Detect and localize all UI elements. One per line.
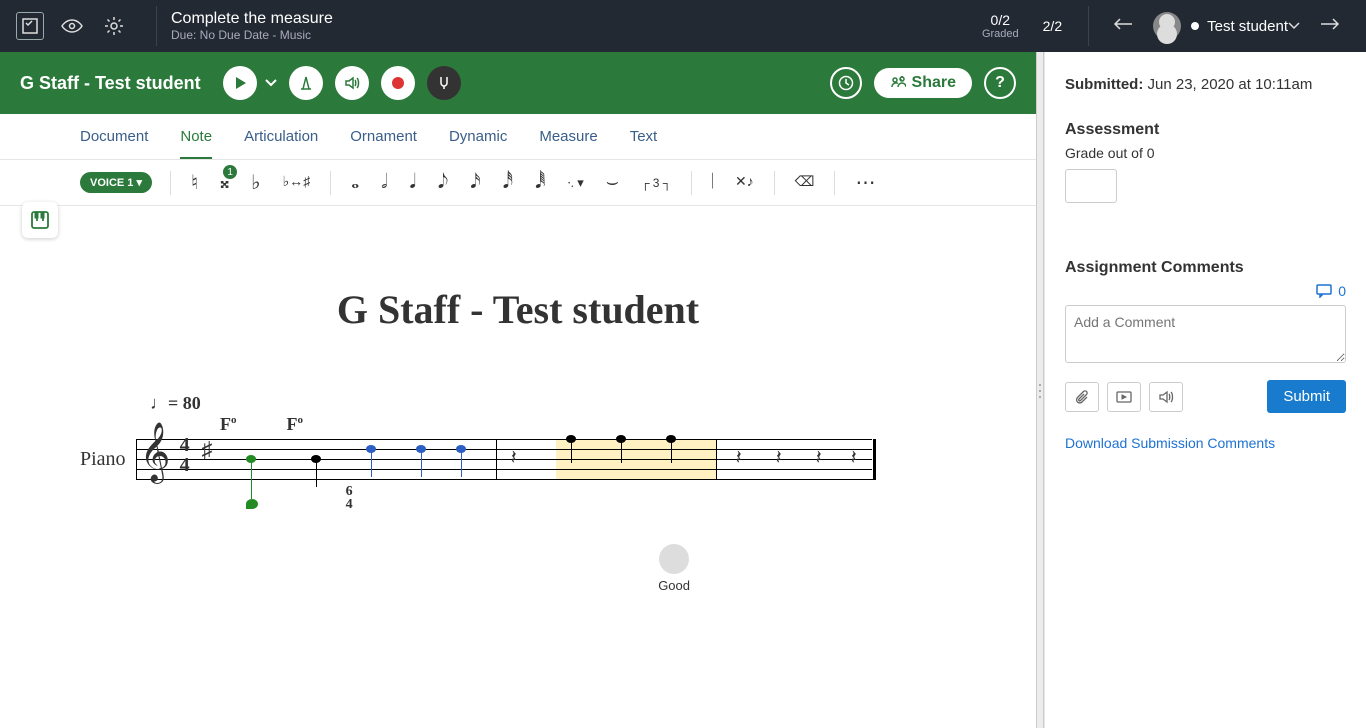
grading-panel: Submitted: Jun 23, 2020 at 10:11am Asses… [1044, 52, 1366, 728]
status-dot-icon [1191, 22, 1199, 30]
tab-articulation[interactable]: Articulation [244, 128, 318, 145]
comments-header: Assignment Comments [1065, 259, 1346, 277]
attach-file-icon[interactable] [1065, 382, 1099, 412]
voice-selector[interactable]: VOICE 1 ▾ [80, 172, 152, 193]
rest-icon: 𝄽 [511, 447, 517, 470]
record-button[interactable] [381, 66, 415, 100]
tempo-marking: ♩= 80 [150, 393, 956, 414]
graded-label: Graded [982, 28, 1019, 40]
sixteenth-note-icon[interactable]: 𝅘𝅥𝅯 [468, 171, 482, 194]
comment-textarea[interactable] [1065, 305, 1346, 363]
graded-count: 0/2 [982, 12, 1019, 28]
treble-clef-icon: 𝄞 [140, 423, 171, 483]
enharmonic-toggle-icon[interactable]: ♭↔♯ [281, 174, 313, 191]
chord-2: Fo [287, 414, 304, 435]
student-dropdown[interactable] [1288, 17, 1300, 35]
more-icon[interactable]: ⋯ [853, 170, 877, 195]
submission-preview: G Staff - Test student Share [0, 52, 1036, 728]
student-name[interactable]: Test student [1207, 18, 1288, 35]
play-options-dropdown[interactable] [265, 74, 277, 92]
comment-snippet: Good [658, 578, 690, 593]
chord-symbols: Fo Fo [220, 414, 956, 435]
staff[interactable]: 𝄞 44 ♯ [136, 439, 876, 479]
assignment-header: Complete the measure Due: No Due Date - … [171, 10, 333, 42]
tie-icon[interactable]: ⌣ [604, 171, 621, 194]
history-icon[interactable] [830, 67, 862, 99]
tab-note[interactable]: Note [180, 128, 212, 159]
settings-gear-icon[interactable] [100, 12, 128, 40]
assignment-subtitle: Due: No Due Date - Music [171, 28, 333, 42]
assessment-header: Assessment [1065, 121, 1346, 139]
inline-comment-preview[interactable]: Good [658, 544, 690, 593]
prev-student-arrow[interactable] [1113, 17, 1133, 36]
progress-counter: 2/2 [1043, 18, 1062, 34]
flat-icon[interactable]: ♭ [249, 170, 262, 195]
rest-icon: 𝄽 [816, 447, 822, 470]
download-comments-link[interactable]: Download Submission Comments [1065, 435, 1275, 451]
visibility-icon[interactable] [58, 12, 86, 40]
thirtysecond-note-icon[interactable]: 𝅘𝅥𝅰 [501, 171, 515, 194]
media-comment-icon[interactable] [1107, 382, 1141, 412]
tuning-fork-icon[interactable] [427, 66, 461, 100]
score-title: G Staff - Test student [80, 286, 956, 333]
note[interactable] [246, 499, 258, 509]
whole-note-icon[interactable]: 𝅝 [349, 171, 361, 194]
assignment-title[interactable]: Complete the measure [171, 10, 333, 28]
tab-text[interactable]: Text [630, 128, 658, 145]
sixtyfourth-note-icon[interactable]: 𝅘𝅥𝅱 [533, 171, 547, 194]
next-student-arrow[interactable] [1320, 17, 1340, 36]
score-title-bar: G Staff - Test student [20, 73, 201, 94]
student-avatar[interactable] [1153, 12, 1181, 40]
share-button[interactable]: Share [874, 68, 972, 98]
score-canvas[interactable]: G Staff - Test student ♩= 80 Fo Fo Piano [0, 206, 1036, 728]
submit-comment-button[interactable]: Submit [1267, 380, 1346, 413]
editor-tabs: Document Note Articulation Ornament Dyna… [0, 114, 1036, 160]
rubric-icon[interactable] [16, 12, 44, 40]
rest-icon: 𝄽 [776, 447, 782, 470]
help-button[interactable]: ? [984, 67, 1016, 99]
rest-icon: 𝄽 [851, 447, 857, 470]
grade-input[interactable] [1065, 169, 1117, 203]
speech-recognition-icon[interactable] [1149, 382, 1183, 412]
insert-cursor-icon[interactable]: 𝄀 [710, 171, 715, 194]
figured-bass: 64 [346, 485, 353, 511]
instrument-label: Piano [80, 448, 126, 471]
tuplet-icon[interactable]: ┌ 3 ┐ [639, 176, 673, 190]
metronome-icon[interactable] [289, 66, 323, 100]
eighth-note-icon[interactable]: 𝅘𝅥𝅮 [436, 171, 450, 194]
half-note-icon[interactable]: 𝅗𝅥 [379, 171, 389, 194]
dot-icon[interactable]: ∙. ▾ [565, 175, 585, 191]
audio-icon[interactable] [335, 66, 369, 100]
panel-splitter[interactable] [1036, 52, 1044, 728]
natural-icon[interactable]: ♮ [189, 170, 200, 195]
speedgrader-topbar: Complete the measure Due: No Due Date - … [0, 0, 1366, 52]
badge: 1 [223, 165, 237, 179]
play-button[interactable] [223, 66, 257, 100]
tab-document[interactable]: Document [80, 128, 148, 145]
submitted-timestamp: Submitted: Jun 23, 2020 at 10:11am [1065, 76, 1346, 93]
backspace-icon[interactable]: ⌫ [793, 174, 817, 191]
note-toolbar: VOICE 1 ▾ ♮ 𝄪 1 ♭ ♭↔♯ 𝅝 𝅗𝅥 𝅘𝅥 𝅘𝅥𝅮 𝅘𝅥𝅯 𝅘𝅥… [0, 160, 1036, 206]
share-label: Share [912, 74, 956, 92]
commenter-avatar [659, 544, 689, 574]
tab-ornament[interactable]: Ornament [350, 128, 417, 145]
double-sharp-icon[interactable]: 𝄪 1 [218, 171, 231, 194]
comment-count[interactable]: 0 [1065, 283, 1346, 299]
rest-icon: 𝄽 [736, 447, 742, 470]
graded-counter: 0/2 Graded [982, 12, 1019, 40]
chord-1: Fo [220, 414, 237, 435]
flat-app-bar: G Staff - Test student Share [0, 52, 1036, 114]
quarter-note-icon[interactable]: 𝅘𝅥 [408, 171, 418, 194]
grade-label: Grade out of 0 [1065, 145, 1346, 161]
tab-measure[interactable]: Measure [539, 128, 597, 145]
tab-dynamic[interactable]: Dynamic [449, 128, 507, 145]
key-signature-icon: ♯ [202, 437, 213, 463]
time-signature: 44 [180, 435, 190, 475]
erase-note-icon[interactable]: ✕♪ [733, 174, 756, 191]
